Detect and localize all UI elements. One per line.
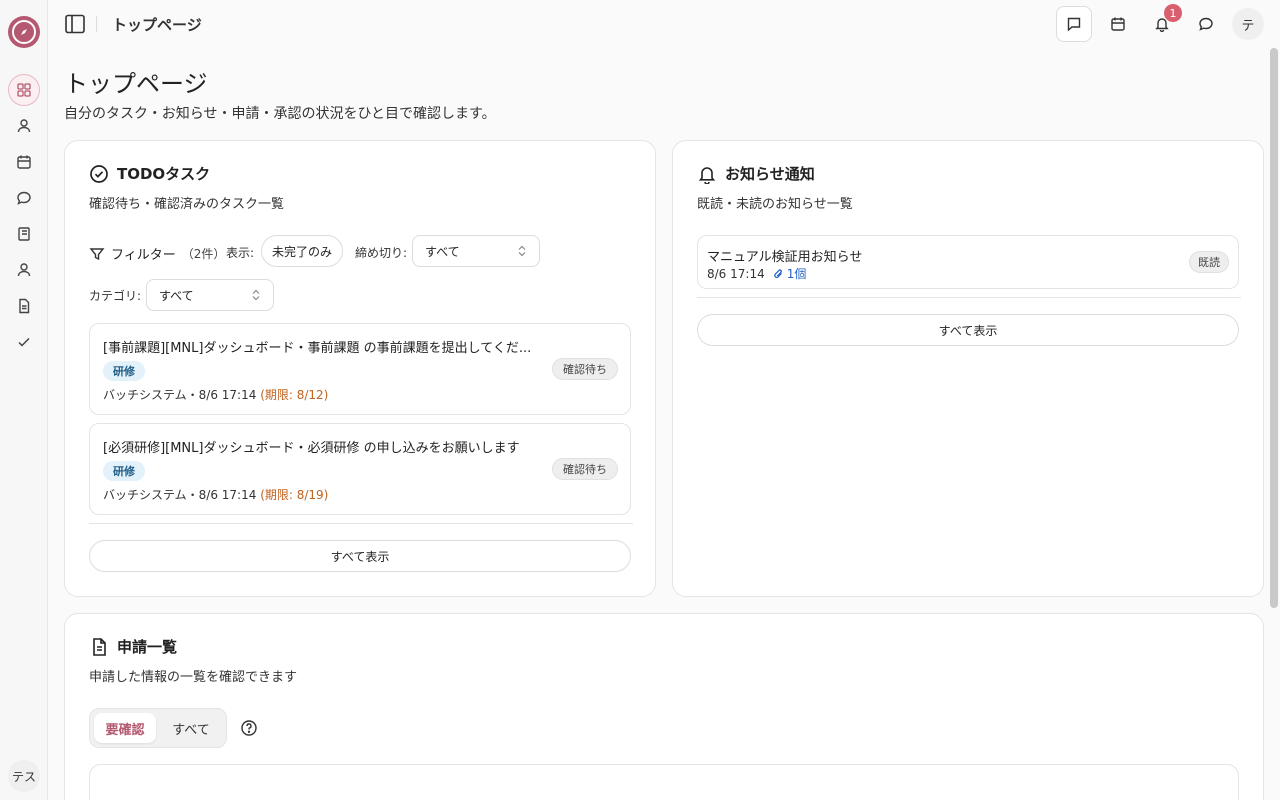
status-badge: 確認待ち bbox=[552, 358, 618, 380]
sidebar: テス bbox=[0, 0, 48, 800]
divider bbox=[96, 16, 97, 32]
sidebar-user-avatar[interactable]: テス bbox=[8, 760, 40, 792]
scrollbar[interactable] bbox=[1270, 48, 1278, 608]
category-label: カテゴリ: bbox=[89, 289, 142, 303]
calendar-button[interactable] bbox=[1102, 8, 1134, 40]
sidebar-toggle-button[interactable] bbox=[64, 13, 86, 35]
chat-icon bbox=[1199, 17, 1213, 31]
sidebar-item-documents[interactable] bbox=[14, 296, 34, 316]
task-source-time: バッチシステム・8/6 17:14 bbox=[103, 488, 257, 502]
document-icon bbox=[19, 298, 30, 314]
sidebar-item-chat[interactable] bbox=[14, 188, 34, 208]
chat-icon bbox=[17, 191, 31, 205]
task-source-time: バッチシステム・8/6 17:14 bbox=[103, 388, 257, 402]
notice-item[interactable]: マニュアル検証用お知らせ 8/6 17:14 1個 既読 bbox=[697, 235, 1239, 289]
task-item[interactable]: [事前課題][MNL]ダッシュボード・事前課題 の事前課題を提出してくだ... … bbox=[89, 323, 631, 415]
category-tag: 研修 bbox=[103, 461, 145, 481]
notices-description: 既読・未読のお知らせ一覧 bbox=[697, 197, 853, 212]
divider bbox=[697, 297, 1241, 298]
page-title: トップページ bbox=[64, 70, 208, 98]
attachment-count: 1個 bbox=[786, 267, 807, 281]
divider bbox=[89, 523, 633, 524]
task-due: (期限: 8/19) bbox=[260, 488, 329, 502]
person-icon bbox=[17, 263, 31, 277]
notice-time: 8/6 17:14 bbox=[707, 266, 765, 281]
page-description: 自分のタスク・お知らせ・申請・承認の状況をひと目で確認します。 bbox=[64, 106, 496, 122]
category-tag: 研修 bbox=[103, 361, 145, 381]
task-item[interactable]: [必須研修][MNL]ダッシュボード・必須研修 の申し込みをお願いします 研修 … bbox=[89, 423, 631, 515]
deadline-label: 締め切り: bbox=[355, 246, 408, 260]
todo-title-text: TODOタスク bbox=[117, 165, 211, 183]
applications-card: 申請一覧 申請した情報の一覧を確認できます 要確認 すべて bbox=[64, 613, 1264, 800]
notice-meta: 8/6 17:14 1個 bbox=[707, 265, 806, 282]
sidebar-item-approvals[interactable] bbox=[14, 332, 34, 352]
read-status-badge: 既読 bbox=[1189, 251, 1229, 273]
applications-card-title: 申請一覧 bbox=[89, 636, 177, 657]
help-button[interactable] bbox=[240, 719, 258, 737]
compass-icon bbox=[12, 20, 36, 44]
applications-tabs: 要確認 すべて bbox=[89, 708, 227, 748]
applications-list bbox=[89, 764, 1239, 800]
message-square-icon bbox=[1067, 17, 1081, 32]
sidebar-item-manual[interactable] bbox=[14, 224, 34, 244]
todo-description: 確認待ち・確認済みのタスク一覧 bbox=[89, 197, 285, 212]
tab-all[interactable]: すべて bbox=[160, 713, 222, 743]
task-due: (期限: 8/12) bbox=[260, 388, 329, 402]
chevrons-up-down-icon bbox=[518, 245, 526, 257]
filter-label[interactable]: フィルター （2件） bbox=[89, 244, 225, 263]
sidebar-item-members[interactable] bbox=[14, 260, 34, 280]
todo-card-title: TODOタスク bbox=[89, 163, 210, 184]
book-icon bbox=[18, 227, 30, 241]
help-circle-icon bbox=[241, 720, 257, 736]
filter-count: （2件） bbox=[181, 247, 226, 261]
deadline-value: すべて bbox=[425, 244, 460, 259]
chevrons-up-down-icon bbox=[252, 289, 260, 301]
chat-button[interactable] bbox=[1190, 8, 1222, 40]
task-title: [事前課題][MNL]ダッシュボード・事前課題 の事前課題を提出してくだ... bbox=[103, 341, 532, 356]
notices-card: お知らせ通知 既読・未読のお知らせ一覧 マニュアル検証用お知らせ 8/6 17:… bbox=[672, 140, 1264, 597]
applications-title-text: 申請一覧 bbox=[117, 638, 178, 656]
top-bar: トップページ 1 テ bbox=[48, 0, 1280, 48]
notices-card-title: お知らせ通知 bbox=[697, 163, 815, 184]
messages-button[interactable] bbox=[1056, 6, 1092, 42]
user-avatar[interactable]: テ bbox=[1232, 8, 1264, 40]
calendar-icon bbox=[17, 155, 31, 169]
notices-title-text: お知らせ通知 bbox=[725, 165, 815, 183]
task-meta: バッチシステム・8/6 17:14 (期限: 8/19) bbox=[103, 486, 328, 503]
sidebar-item-profile[interactable] bbox=[14, 116, 34, 136]
app-logo[interactable] bbox=[8, 16, 40, 48]
check-icon bbox=[18, 337, 30, 347]
calendar-icon bbox=[1111, 17, 1125, 31]
notification-badge: 1 bbox=[1164, 4, 1182, 22]
status-badge: 確認待ち bbox=[552, 458, 618, 480]
attachment-link[interactable]: 1個 bbox=[773, 265, 807, 282]
panel-left-icon bbox=[65, 14, 85, 34]
notice-title: マニュアル検証用お知らせ bbox=[707, 250, 863, 265]
todo-card: TODOタスク 確認待ち・確認済みのタスク一覧 フィルター （2件） 表示: 未… bbox=[64, 140, 656, 597]
tab-needs-review[interactable]: 要確認 bbox=[94, 713, 156, 743]
paperclip-icon bbox=[773, 268, 782, 278]
notifications-button[interactable]: 1 bbox=[1146, 4, 1182, 40]
file-text-icon bbox=[93, 637, 106, 656]
dashboard-icon bbox=[17, 83, 31, 97]
filter-text: フィルター bbox=[111, 248, 176, 263]
bell-icon bbox=[698, 166, 716, 184]
category-value: すべて bbox=[159, 288, 194, 303]
circle-check-icon bbox=[90, 164, 108, 183]
category-select[interactable]: すべて bbox=[146, 279, 274, 311]
breadcrumb: トップページ bbox=[112, 16, 202, 34]
notices-show-all-button[interactable]: すべて表示 bbox=[697, 314, 1239, 346]
task-meta: バッチシステム・8/6 17:14 (期限: 8/12) bbox=[103, 386, 328, 403]
filter-icon bbox=[89, 247, 105, 260]
todo-show-all-button[interactable]: すべて表示 bbox=[89, 540, 631, 572]
sidebar-item-calendar[interactable] bbox=[14, 152, 34, 172]
user-icon bbox=[17, 119, 31, 133]
display-toggle-button[interactable]: 未完了のみ bbox=[261, 235, 343, 267]
deadline-select[interactable]: すべて bbox=[412, 235, 540, 267]
sidebar-item-dashboard[interactable] bbox=[8, 74, 40, 106]
display-label: 表示: bbox=[226, 246, 255, 260]
task-title: [必須研修][MNL]ダッシュボード・必須研修 の申し込みをお願いします bbox=[103, 441, 520, 456]
applications-description: 申請した情報の一覧を確認できます bbox=[89, 670, 298, 685]
